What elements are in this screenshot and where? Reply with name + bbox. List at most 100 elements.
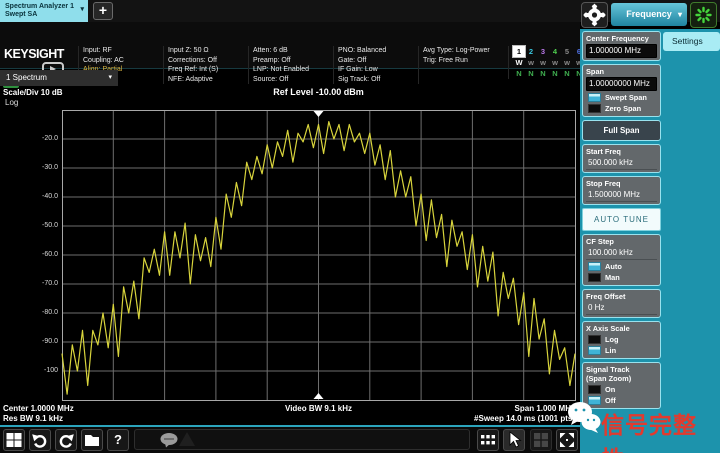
- status-columns: Input: RFCoupling: ACAlign: PartialInput…: [78, 46, 503, 84]
- status-line: Sig Track: Off: [338, 75, 418, 85]
- trace-indicator[interactable]: W: [513, 57, 525, 68]
- grid-view-button[interactable]: [530, 429, 552, 451]
- tab-spectrum-analyzer[interactable]: Spectrum Analyzer 1 Swept SA ▾: [0, 0, 88, 22]
- scale-div-label: Scale/Div 10 dB: [3, 88, 63, 97]
- radio-option-log[interactable]: Log: [588, 335, 657, 344]
- touch-mode-button[interactable]: [503, 429, 525, 451]
- file-button[interactable]: [81, 429, 103, 451]
- status-line: Freq Ref: Int (S): [168, 65, 248, 75]
- frequency-sidebar: Settings Center Frequency1.000000 MHzSpa…: [580, 29, 720, 453]
- dots-grid-button[interactable]: [477, 429, 499, 451]
- undo-icon: [30, 430, 50, 450]
- menu-item-auto-tune[interactable]: AUTO TUNE: [582, 208, 661, 231]
- menu-item-label: Start Freq: [586, 147, 657, 156]
- redo-button[interactable]: [55, 429, 77, 451]
- radio-option-swept-span[interactable]: Swept Span: [588, 93, 657, 102]
- trace-indicator[interactable]: w: [525, 57, 537, 68]
- undo-button[interactable]: [29, 429, 51, 451]
- trace-indicator[interactable]: w: [549, 57, 561, 68]
- radio-option-zero-span[interactable]: Zero Span: [588, 104, 657, 113]
- trace-indicator[interactable]: 5: [561, 46, 573, 57]
- caret-down-icon: ▾: [108, 70, 112, 86]
- menu-item-x-axis-scale[interactable]: X Axis ScaleLogLin: [582, 321, 661, 359]
- y-tick-label: -40.0: [24, 193, 58, 200]
- menu-item-full-span[interactable]: Full Span: [582, 120, 661, 141]
- radio-unselected-icon: [588, 273, 601, 282]
- message-tray: [134, 429, 470, 450]
- trace-indicator[interactable]: N: [549, 68, 561, 79]
- menu-item-center-frequency[interactable]: Center Frequency1.000000 MHz: [582, 31, 661, 61]
- radio-option-lin[interactable]: Lin: [588, 346, 657, 355]
- radio-unselected-icon: [588, 104, 601, 113]
- redo-icon: [56, 430, 76, 450]
- status-line: Corrections: Off: [168, 56, 248, 66]
- frequency-menu-header[interactable]: Frequency ▾: [611, 3, 687, 26]
- status-line: IF Gain: Low: [338, 65, 418, 75]
- trace-indicator[interactable]: N: [525, 68, 537, 79]
- gear-button[interactable]: [581, 2, 608, 28]
- radio-option-man[interactable]: Man: [588, 273, 657, 282]
- busy-indicator-icon: [691, 3, 716, 27]
- menu-item-stop-freq[interactable]: Stop Freq1.500000 MHz: [582, 176, 661, 205]
- tab-settings[interactable]: Settings: [663, 32, 720, 51]
- menu-item-span[interactable]: Span1.00000000 MHzSwept SpanZero Span: [582, 64, 661, 117]
- frequency-menu-title: Frequency: [626, 9, 672, 19]
- video-bw-annotation: Video BW 9.1 kHz: [180, 404, 457, 413]
- menu-item-label: Center Frequency: [586, 34, 657, 43]
- y-tick-label: -20.0: [24, 135, 58, 142]
- trace-indicator[interactable]: N: [513, 68, 525, 79]
- y-tick-label: -90.0: [24, 338, 58, 345]
- menu-item-freq-offset[interactable]: Freq Offset0 Hz: [582, 289, 661, 318]
- trace-indicator[interactable]: 2: [525, 46, 537, 57]
- radio-label: On: [605, 385, 615, 394]
- y-tick-label: -30.0: [24, 164, 58, 171]
- bottom-toolbar: ?: [0, 425, 585, 453]
- radio-selected-icon: [588, 262, 601, 271]
- y-tick-label: -50.0: [24, 222, 58, 229]
- trace-selector-dropdown[interactable]: 1 Spectrum ▾: [0, 70, 118, 86]
- center-freq-annotation: Center 1.0000 MHz: [3, 404, 74, 413]
- trace-legend[interactable]: 123456WwwwwwNNNNNN: [508, 46, 585, 79]
- radio-option-auto[interactable]: Auto: [588, 262, 657, 271]
- res-bw-annotation: Res BW 9.1 kHz: [3, 414, 63, 423]
- help-button[interactable]: ?: [107, 429, 129, 451]
- windows-icon: [4, 430, 24, 450]
- status-line: PNO: Balanced: [338, 46, 418, 56]
- windows-start-button[interactable]: [3, 429, 25, 451]
- radio-selected-icon: [588, 93, 601, 102]
- trace-indicator[interactable]: w: [561, 57, 573, 68]
- status-line: Avg Type: Log-Power: [423, 46, 503, 56]
- trace-indicator[interactable]: N: [537, 68, 549, 79]
- menu-item-label: Freq Offset: [586, 292, 657, 301]
- status-line: Atten: 6 dB: [253, 46, 333, 56]
- trace-indicator[interactable]: 4: [549, 46, 561, 57]
- menu-item-start-freq[interactable]: Start Freq500.000 kHz: [582, 144, 661, 173]
- tab-title: Spectrum Analyzer 1: [5, 3, 83, 11]
- sweep-busy-indicator: [690, 2, 717, 28]
- span-annotation: Span 1.000 MHz: [455, 404, 575, 413]
- keysight-logo-text: KEYSIGHT: [4, 47, 64, 61]
- caret-down-icon: ▾: [678, 3, 682, 26]
- status-line: Input: RF: [83, 46, 163, 56]
- trace-indicator[interactable]: 1: [513, 46, 525, 57]
- radio-option-on[interactable]: On: [588, 385, 657, 394]
- y-tick-label: -70.0: [24, 280, 58, 287]
- chat-bubble-icon[interactable]: [159, 432, 179, 448]
- menu-item-value: 500.000 kHz: [586, 157, 657, 170]
- radio-label: Off: [605, 396, 616, 405]
- ref-level-label: Ref Level -10.00 dBm: [180, 87, 457, 97]
- trace-indicator[interactable]: 3: [537, 46, 549, 57]
- menu-item-cf-step[interactable]: CF Step100.000 kHzAutoMan: [582, 234, 661, 286]
- status-line: NFE: Adaptive: [168, 75, 248, 85]
- status-line: Input Z: 50 Ω: [168, 46, 248, 56]
- touch-pointer-icon: [504, 430, 524, 450]
- y-tick-label: -100: [24, 367, 58, 374]
- new-tab-button[interactable]: +: [93, 2, 113, 20]
- trace-indicator[interactable]: w: [537, 57, 549, 68]
- trace-indicator[interactable]: N: [561, 68, 573, 79]
- menu-item-value: 0 Hz: [586, 302, 657, 315]
- status-line: Preamp: Off: [253, 56, 333, 66]
- caret-down-icon: ▾: [80, 6, 84, 14]
- radio-unselected-icon: [588, 385, 601, 394]
- dots-grid-icon: [478, 430, 498, 450]
